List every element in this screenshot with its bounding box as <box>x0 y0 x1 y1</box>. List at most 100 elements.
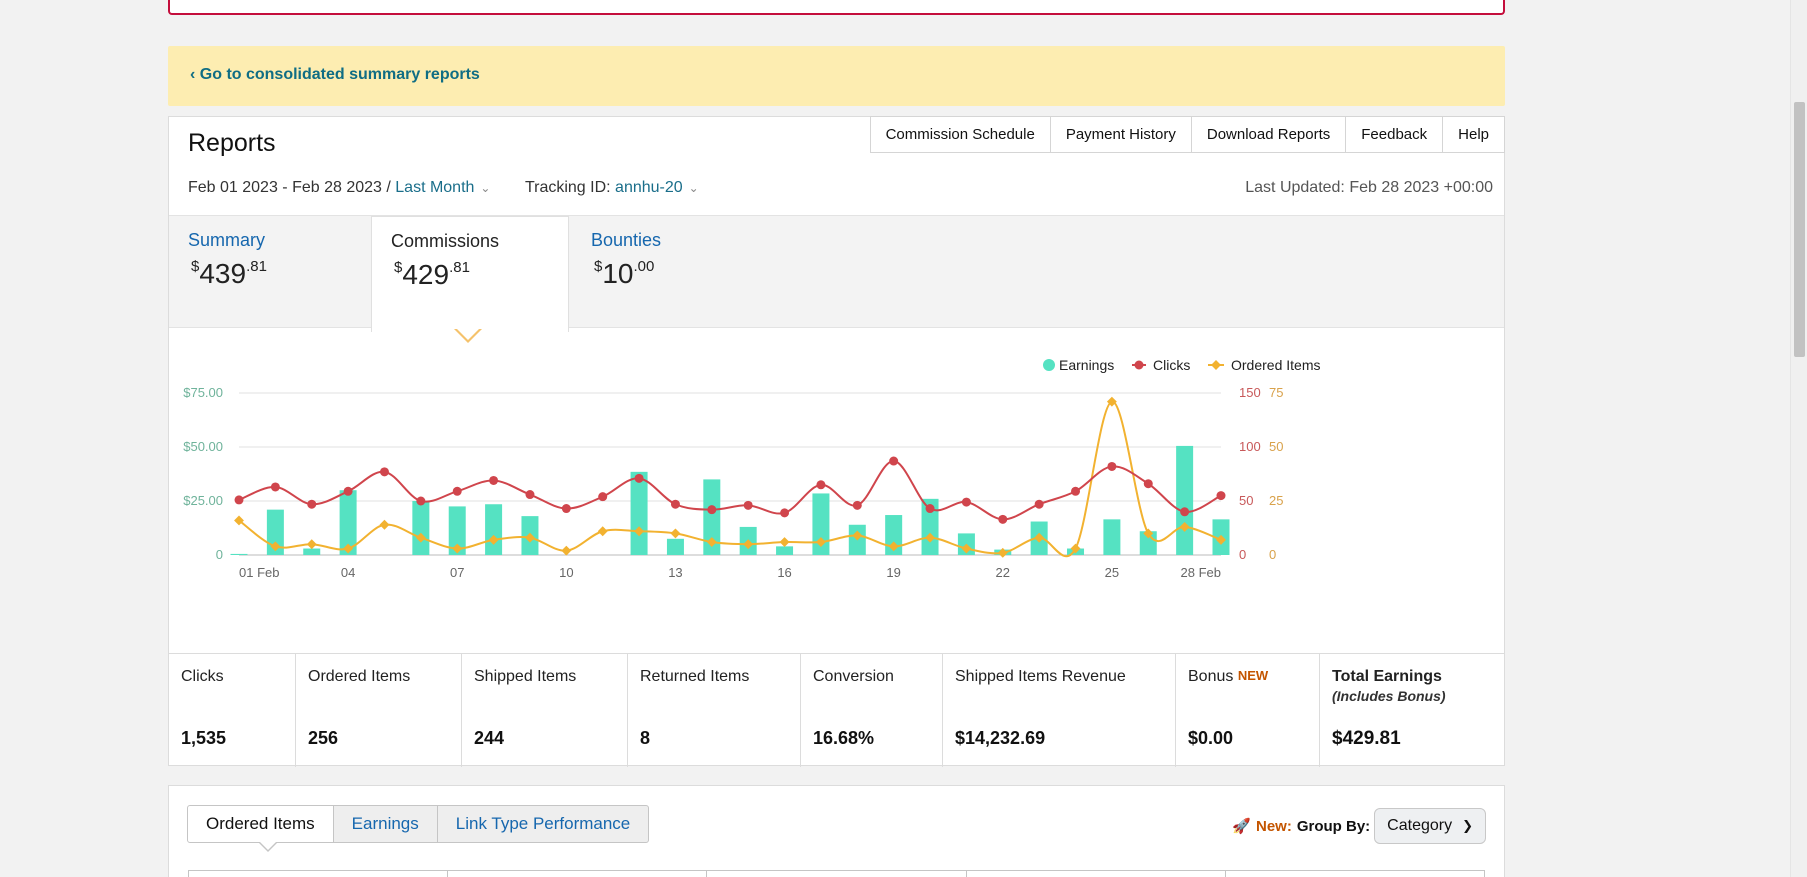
summary-amount: $439.81 <box>191 258 267 289</box>
y-tick-label-earnings: $50.00 <box>183 439 223 454</box>
chevron-down-icon: ❯ <box>1462 818 1473 833</box>
clicks-point <box>889 456 899 466</box>
legend-clicks-icon <box>1134 360 1144 370</box>
x-tick-label: 07 <box>450 565 464 580</box>
top-alert-box <box>168 0 1505 15</box>
y-tick-label-clicks: 150 <box>1239 385 1261 400</box>
tab-link-type-performance[interactable]: Link Type Performance <box>436 805 650 843</box>
x-tick-label: 01 Feb <box>239 565 279 580</box>
new-badge: NEW <box>1237 668 1269 683</box>
ordered-items-point <box>670 528 681 539</box>
clicks-point <box>1034 499 1044 509</box>
legend-ordered-label: Ordered Items <box>1231 357 1320 373</box>
clicks-point <box>780 508 790 518</box>
clicks-point <box>598 492 608 502</box>
commission-schedule-link[interactable]: Commission Schedule <box>869 116 1051 153</box>
tab-ordered-items[interactable]: Ordered Items <box>187 805 334 843</box>
group-by-label: Group By: <box>1296 817 1371 835</box>
x-tick-label: 16 <box>777 565 791 580</box>
clicks-point <box>343 486 353 496</box>
clicks-point <box>307 499 317 509</box>
clicks-point <box>1107 461 1117 471</box>
clicks-point <box>998 514 1008 524</box>
tracking-id: annhu-20 <box>615 179 683 196</box>
group-by-dropdown[interactable]: Category ❯ <box>1374 808 1486 844</box>
clicks-point <box>561 504 571 514</box>
payment-history-link[interactable]: Payment History <box>1049 116 1192 153</box>
y-tick-label-ordered: 25 <box>1269 493 1283 508</box>
tab-bounties[interactable]: Bounties $10.00 <box>572 216 772 332</box>
earnings-bar <box>666 538 684 555</box>
chevron-down-icon: ⌄ <box>480 181 491 195</box>
tab-commissions-label: Commissions <box>391 231 500 251</box>
stat-shipped-items: Shipped Items 244 <box>462 654 628 767</box>
reports-panel: Reports Commission Schedule Payment Hist… <box>168 116 1505 767</box>
tracking-label: Tracking ID: <box>524 179 611 196</box>
stats-row: Clicks 1,535 Ordered Items 256 Shipped Ite… <box>169 653 1504 767</box>
x-tick-label: 22 <box>996 565 1010 580</box>
clicks-point <box>270 482 280 492</box>
new-label: New: <box>1255 817 1292 835</box>
page-title: Reports <box>188 129 276 157</box>
ordered-items-line <box>238 400 1222 558</box>
clicks-point <box>234 495 244 505</box>
commissions-amount: $429.81 <box>394 259 470 290</box>
x-tick-label: 13 <box>668 565 682 580</box>
ordered-items-point <box>597 526 608 537</box>
stat-ordered-items: Ordered Items 256 <box>296 654 462 767</box>
ordered-items-point <box>997 547 1008 558</box>
x-tick-label: 28 Feb <box>1181 565 1221 580</box>
earnings-bar <box>230 553 248 555</box>
bounties-amount: $10.00 <box>594 258 655 289</box>
y-tick-label-ordered: 0 <box>1269 547 1276 562</box>
download-reports-link[interactable]: Download Reports <box>1190 116 1347 153</box>
earnings-bar <box>1103 519 1121 555</box>
earnings-bar <box>1176 445 1194 555</box>
tab-summary-label: Summary <box>188 230 266 250</box>
stat-conversion: Conversion 16.68% <box>801 654 943 767</box>
scrollbar-thumb[interactable] <box>1794 102 1805 357</box>
clicks-point <box>816 480 826 490</box>
period-dropdown[interactable]: Last Month ⌄ <box>395 179 490 196</box>
clicks-point <box>452 486 462 496</box>
active-tab-caret <box>259 842 277 852</box>
feedback-link[interactable]: Feedback <box>1345 116 1444 153</box>
clicks-point <box>670 499 680 509</box>
tab-commissions[interactable]: Commissions $429.81 <box>371 216 569 332</box>
help-link[interactable]: Help <box>1442 116 1505 153</box>
y-tick-label-earnings: $75.00 <box>183 385 223 400</box>
legend-clicks-label: Clicks <box>1153 357 1190 373</box>
y-tick-label-ordered: 75 <box>1269 385 1283 400</box>
rocket-icon: 🚀 <box>1232 818 1251 835</box>
report-links: Commission Schedule Payment History Down… <box>869 116 1505 153</box>
stat-shipped-revenue: Shipped Items Revenue $14,232.69 <box>943 654 1176 767</box>
summary-tabs: Summary $439.81 Commissions $429.81 Boun… <box>169 215 1504 332</box>
scrollbar[interactable] <box>1790 0 1807 877</box>
stat-clicks: Clicks 1,535 <box>169 654 296 767</box>
stat-bonus: Bonus NEW $0.00 <box>1176 654 1320 767</box>
tracking-id-dropdown[interactable]: annhu-20 ⌄ <box>615 179 699 196</box>
stat-returned-items: Returned Items 8 <box>628 654 801 767</box>
y-tick-label-clicks: 100 <box>1239 439 1261 454</box>
y-tick-label-earnings: 0 <box>216 547 223 562</box>
stat-total-earnings: Total Earnings (Includes Bonus) $429.81 <box>1332 668 1446 749</box>
consolidated-summary-link[interactable]: ‹ Go to consolidated summary reports <box>190 66 480 84</box>
y-tick-label-ordered: 50 <box>1269 439 1283 454</box>
ordered-items-point <box>306 539 317 550</box>
tab-earnings[interactable]: Earnings <box>332 805 438 843</box>
clicks-point <box>1180 507 1190 517</box>
clicks-point <box>379 467 389 477</box>
earnings-bar <box>412 501 430 555</box>
earnings-chart: 0 0 0 $25.00 50 25 $50.00 100 50 $75.00 150 75 01 Fe… <box>183 357 1320 580</box>
legend-ordered-icon <box>1211 360 1221 370</box>
earnings-bar <box>303 548 321 555</box>
clicks-point <box>489 475 499 485</box>
tab-summary[interactable]: Summary $439.81 <box>169 216 369 332</box>
earnings-bar <box>630 471 648 555</box>
chevron-down-icon: ⌄ <box>688 181 699 195</box>
table-header <box>188 870 1485 877</box>
clicks-point <box>852 500 862 510</box>
clicks-point <box>634 473 644 483</box>
x-tick-label: 10 <box>559 565 573 580</box>
clicks-point <box>1216 491 1226 501</box>
